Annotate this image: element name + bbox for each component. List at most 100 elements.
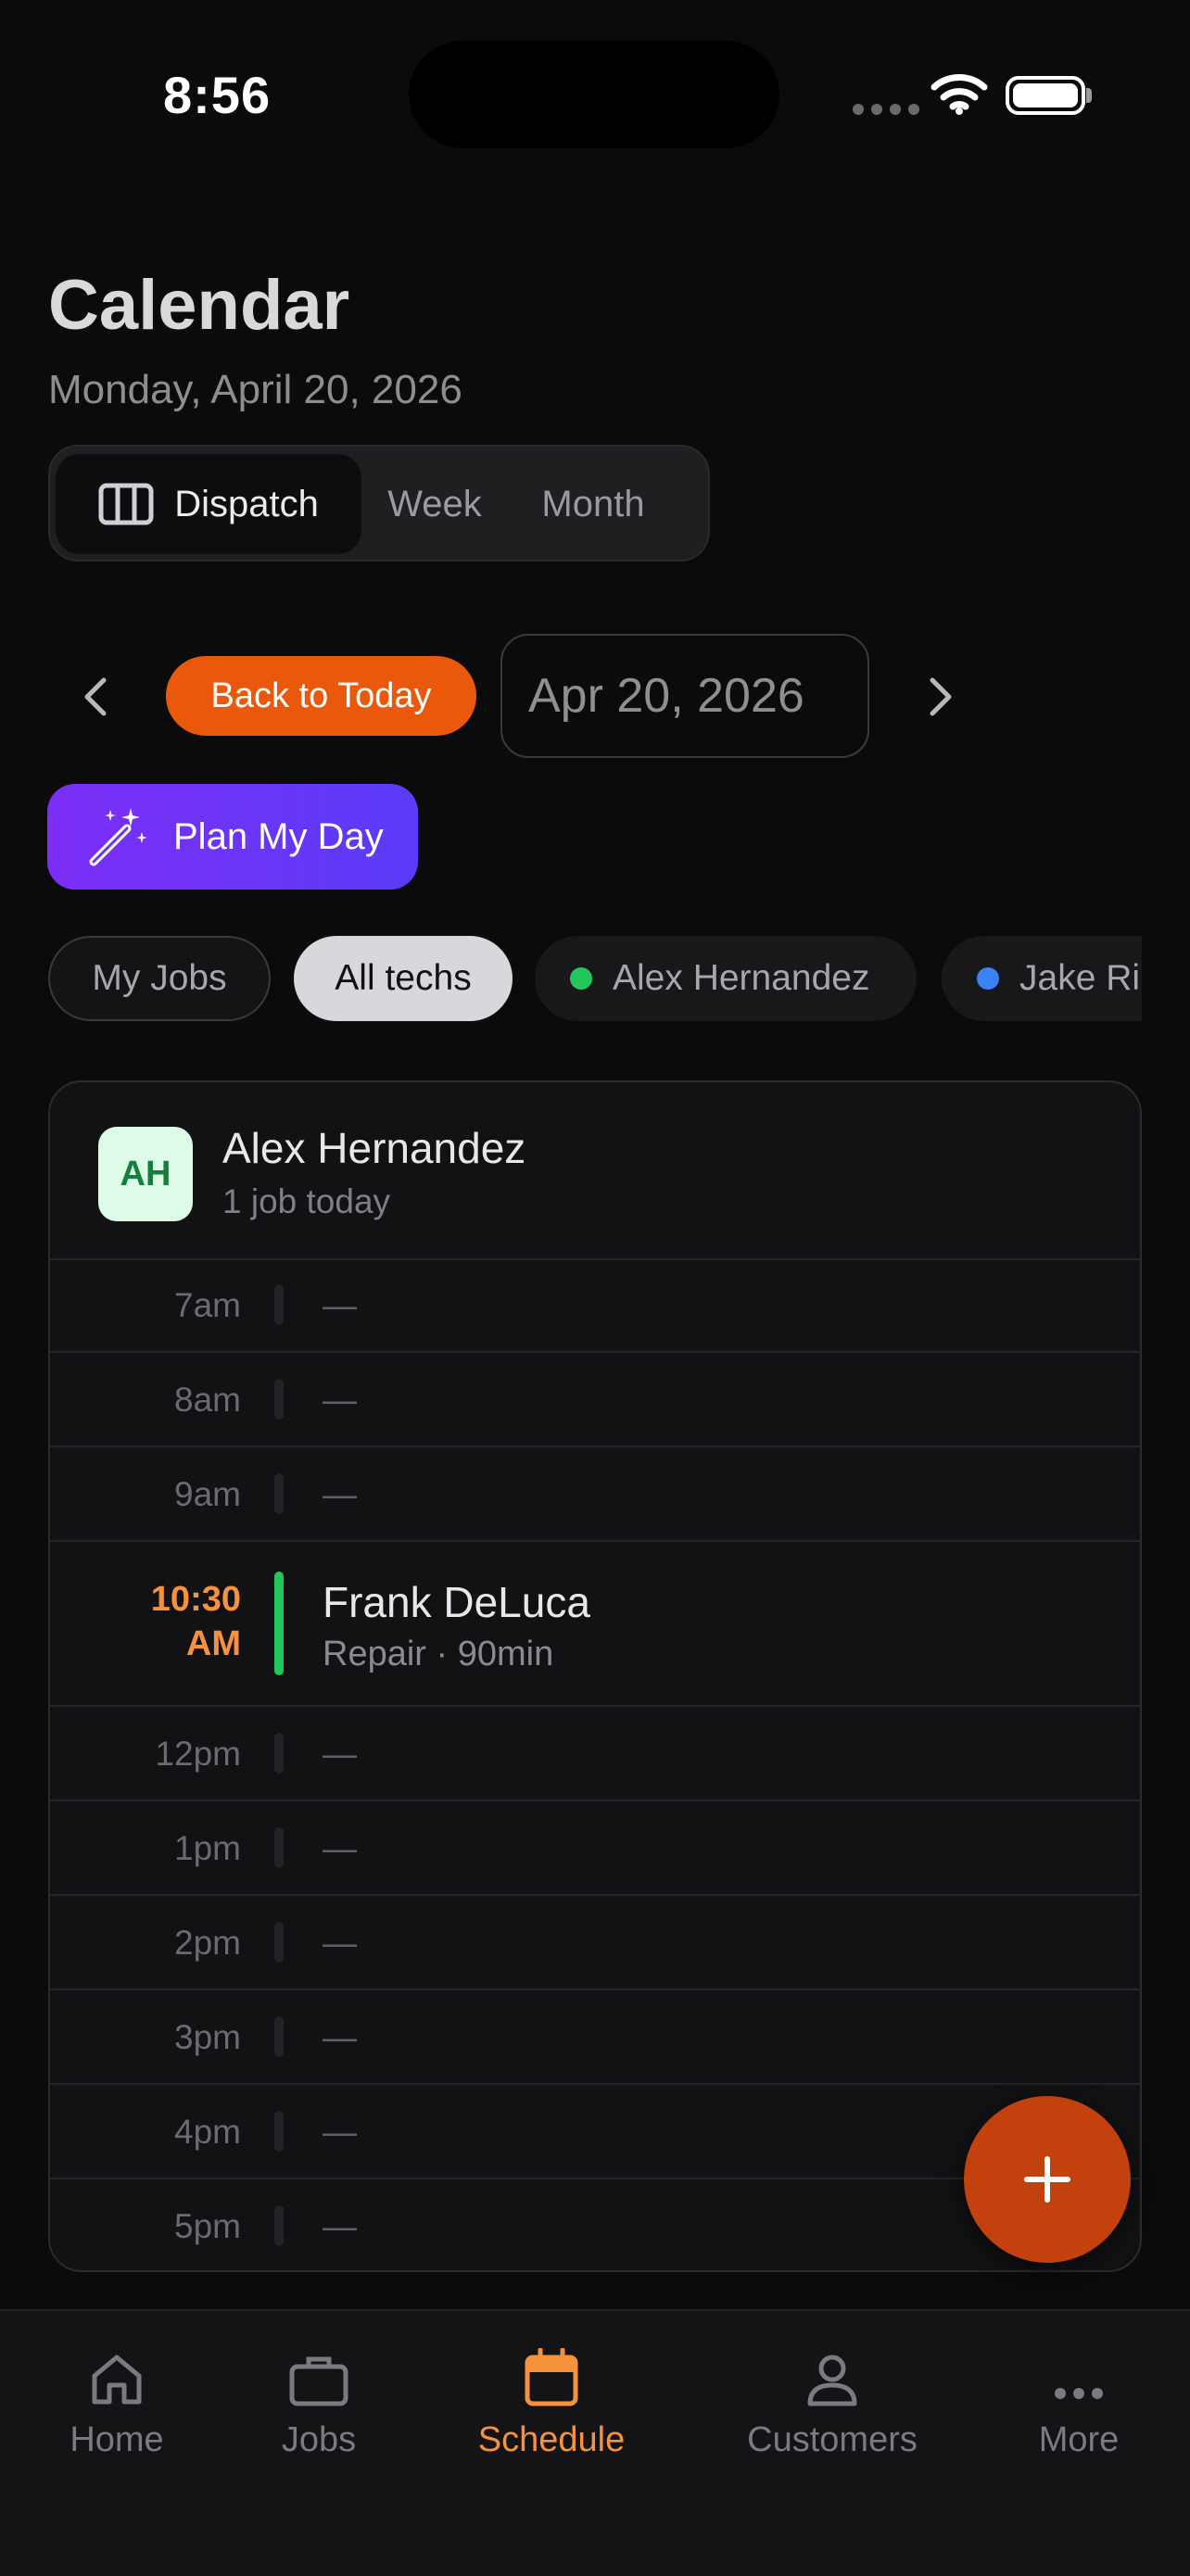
tab-month-label: Month	[541, 483, 645, 524]
briefcase-icon	[289, 2356, 348, 2406]
dynamic-island	[409, 41, 779, 148]
plan-my-day-button[interactable]: Plan My Day	[47, 784, 418, 890]
calendar-icon	[525, 2348, 578, 2406]
slot-bar	[274, 1733, 284, 1774]
page-title: Calendar	[48, 266, 350, 345]
slot-bar	[274, 2205, 284, 2246]
slot-time: 12pm	[155, 1735, 241, 1773]
more-icon	[1055, 2388, 1103, 2399]
tech-schedule-card: AH Alex Hernandez 1 job today 7am — 8am …	[48, 1080, 1142, 2272]
home-icon	[92, 2355, 142, 2405]
filter-all-techs[interactable]: All techs	[294, 936, 513, 1021]
view-toggle: Dispatch Week Month	[48, 445, 710, 562]
time-slot[interactable]: 3pm —	[50, 1990, 1140, 2085]
plan-my-day-label: Plan My Day	[173, 815, 384, 857]
slot-empty: —	[323, 2018, 357, 2056]
plus-icon	[1024, 2156, 1070, 2203]
slot-empty: —	[323, 2207, 357, 2245]
tab-customers-label: Customers	[747, 2420, 918, 2459]
time-slot[interactable]: 7am —	[50, 1258, 1140, 1353]
job-time-period: AM	[185, 1624, 241, 1663]
slot-bar	[274, 1827, 284, 1868]
tab-jobs[interactable]: Jobs	[272, 2341, 365, 2460]
previous-day-button[interactable]	[54, 655, 137, 739]
tech-header: AH Alex Hernandez 1 job today	[50, 1082, 1140, 1260]
tab-schedule-label: Schedule	[477, 2420, 626, 2459]
tab-customers[interactable]: Customers	[737, 2341, 928, 2460]
battery-tip	[1086, 88, 1092, 103]
slot-time: 5pm	[174, 2207, 241, 2245]
slot-time: 3pm	[174, 2018, 241, 2056]
filter-my-jobs-label: My Jobs	[92, 958, 227, 998]
tab-dispatch-label: Dispatch	[174, 483, 319, 524]
slot-empty: —	[323, 1735, 357, 1773]
filter-my-jobs[interactable]: My Jobs	[48, 936, 271, 1021]
time-slot[interactable]: 12pm —	[50, 1707, 1140, 1801]
slot-time: 4pm	[174, 2113, 241, 2151]
tab-week[interactable]: Week	[374, 454, 495, 554]
columns-icon	[98, 483, 154, 525]
bottom-tab-bar: Home Jobs Schedule Customers More	[0, 2309, 1190, 2576]
chevron-left-icon	[84, 677, 107, 716]
slot-time: 7am	[174, 1286, 241, 1324]
chevron-right-icon	[930, 677, 952, 716]
wifi-icon	[930, 74, 988, 115]
job-bar	[274, 1572, 284, 1675]
tab-home[interactable]: Home	[57, 2341, 176, 2460]
add-job-button[interactable]	[964, 2096, 1131, 2263]
job-time: 10:30 AM	[151, 1577, 241, 1666]
tab-more-label: More	[1038, 2420, 1120, 2459]
slot-bar	[274, 1473, 284, 1514]
tab-home-label: Home	[70, 2420, 164, 2459]
magic-wand-icon	[89, 808, 147, 866]
cellular-signal-icon	[853, 104, 919, 115]
filter-jake-label: Jake Ri	[1019, 958, 1141, 998]
slot-bar	[274, 2016, 284, 2057]
tab-more[interactable]: More	[1031, 2341, 1127, 2460]
time-slot[interactable]: 2pm —	[50, 1896, 1140, 1990]
slot-bar	[274, 1922, 284, 1963]
filter-alex-hernandez[interactable]: Alex Hernandez	[535, 936, 917, 1021]
slot-time: 2pm	[174, 1924, 241, 1962]
time-slot[interactable]: 1pm —	[50, 1801, 1140, 1896]
tab-schedule[interactable]: Schedule	[463, 2341, 639, 2460]
status-dot	[977, 967, 999, 990]
current-date: Monday, April 20, 2026	[48, 367, 462, 412]
job-time-hour: 10:30	[150, 1580, 241, 1619]
avatar: AH	[98, 1127, 193, 1221]
slot-bar	[274, 1284, 284, 1325]
slot-bar	[274, 1379, 284, 1420]
slot-empty: —	[323, 1924, 357, 1962]
battery-icon	[1006, 76, 1085, 115]
time-slot[interactable]: 9am —	[50, 1447, 1140, 1542]
tab-jobs-label: Jobs	[281, 2420, 357, 2459]
slot-time: 1pm	[174, 1829, 241, 1867]
slot-empty: —	[323, 2113, 357, 2151]
job-detail: Repair · 90min	[323, 1635, 554, 1673]
filter-all-techs-label: All techs	[335, 958, 472, 998]
tech-filter-bar: My Jobs All techs Alex Hernandez Jake Ri	[48, 936, 1142, 1021]
job-customer: Frank DeLuca	[323, 1578, 590, 1626]
person-icon	[807, 2355, 857, 2406]
job-slot[interactable]: 10:30 AM Frank DeLuca Repair · 90min	[50, 1542, 1140, 1707]
slot-bar	[274, 2111, 284, 2152]
filter-jake[interactable]: Jake Ri	[942, 936, 1142, 1021]
slot-empty: —	[323, 1829, 357, 1867]
tab-week-label: Week	[387, 483, 482, 524]
next-day-button[interactable]	[899, 655, 982, 739]
tab-month[interactable]: Month	[510, 454, 677, 554]
slot-empty: —	[323, 1475, 357, 1513]
slot-time: 9am	[174, 1475, 241, 1513]
filter-alex-hernandez-label: Alex Hernandez	[613, 958, 870, 998]
slot-empty: —	[323, 1286, 357, 1324]
back-to-today-button[interactable]: Back to Today	[166, 656, 476, 736]
status-time: 8:56	[163, 66, 272, 124]
tech-name: Alex Hernandez	[222, 1124, 526, 1172]
date-field[interactable]: Apr 20, 2026	[500, 634, 869, 758]
job-count: 1 job today	[222, 1182, 391, 1220]
slot-empty: —	[323, 1381, 357, 1419]
time-slot[interactable]: 8am —	[50, 1353, 1140, 1447]
status-dot	[570, 967, 592, 990]
slot-time: 8am	[174, 1381, 241, 1419]
tab-dispatch[interactable]: Dispatch	[56, 454, 361, 554]
